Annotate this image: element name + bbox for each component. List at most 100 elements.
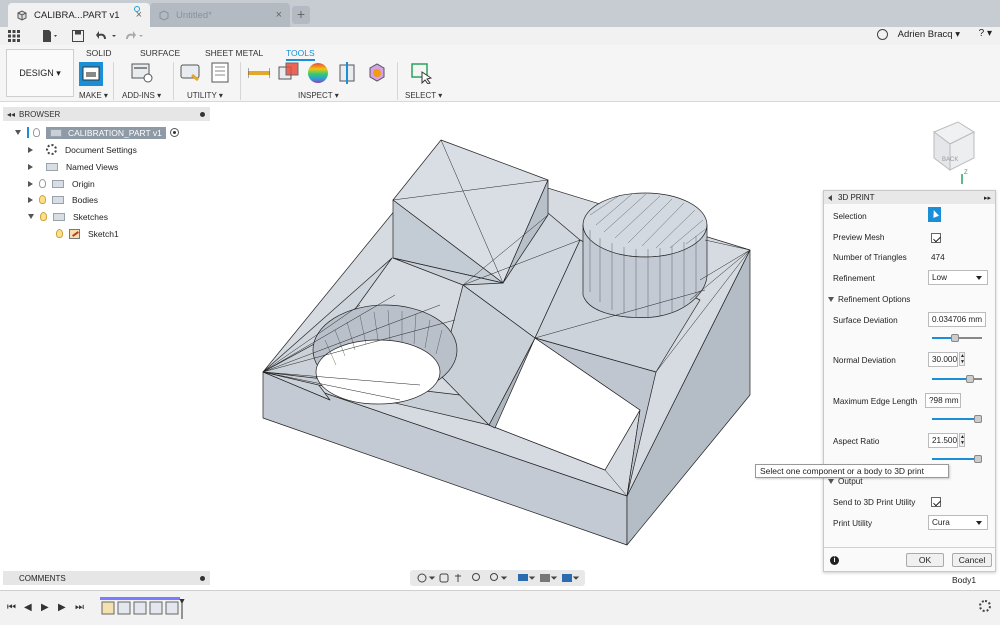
fit-icon[interactable] (490, 573, 498, 581)
info-icon[interactable]: i (830, 556, 839, 565)
normal-deviation-input[interactable]: 30.000 (928, 352, 958, 367)
extrude-feature-icon[interactable] (117, 601, 131, 615)
expand-dialog-icon[interactable]: ▸▸ (984, 194, 991, 202)
expand-icon[interactable] (828, 479, 834, 484)
inspect-group-label[interactable]: INSPECT ▾ (298, 91, 339, 100)
zoom-icon[interactable] (472, 573, 480, 581)
job-status-clock-icon[interactable] (877, 29, 888, 40)
aspect-ratio-input[interactable]: 21.500 (928, 433, 958, 448)
expand-icon[interactable] (28, 180, 33, 187)
visibility-bulb-icon[interactable] (39, 195, 46, 204)
extrude-feature-icon[interactable] (165, 601, 179, 615)
sketch-feature-icon[interactable] (101, 601, 115, 615)
tab-sheet-metal[interactable]: SHEET METAL (205, 48, 263, 58)
center-of-mass-icon[interactable] (366, 62, 388, 84)
preview-mesh-checkbox[interactable] (931, 233, 941, 243)
dropdown-arrow-icon[interactable] (550, 576, 558, 580)
compute-all-icon[interactable] (180, 62, 202, 84)
help-button[interactable]: ? ▾ (979, 28, 992, 39)
close-icon[interactable]: × (276, 9, 282, 21)
visibility-bulb-icon[interactable] (33, 128, 40, 137)
expand-icon[interactable] (28, 146, 33, 153)
tab-solid[interactable]: SOLID (86, 48, 112, 58)
dropdown-arrow-icon[interactable] (528, 576, 536, 580)
refinement-options-section[interactable]: Refinement Options (828, 295, 910, 304)
expand-icon[interactable] (828, 297, 834, 302)
display-settings-icon[interactable] (518, 574, 528, 581)
surface-deviation-input[interactable]: 0.034706 mm (928, 312, 986, 327)
curvature-analysis-icon[interactable] (307, 62, 329, 84)
pan-hand-icon[interactable] (455, 574, 461, 582)
send-to-utility-checkbox[interactable] (931, 497, 941, 507)
browser-item-named-views[interactable]: Named Views (28, 160, 118, 173)
browser-panel-header[interactable]: ◂◂ BROWSER (3, 107, 210, 121)
dialog-header[interactable]: 3D PRINT ▸▸ (824, 191, 995, 204)
cancel-button[interactable]: Cancel (952, 553, 992, 567)
print-utility-select[interactable]: Cura (928, 515, 988, 530)
output-section[interactable]: Output (828, 477, 863, 486)
gear-icon[interactable] (979, 600, 991, 612)
grid-menu-icon[interactable] (8, 30, 20, 42)
tab-tools[interactable]: TOOLS (286, 48, 315, 61)
timeline-marker-icon[interactable] (179, 599, 185, 619)
dropdown-arrow-icon[interactable] (428, 576, 436, 580)
redo-icon[interactable] (124, 30, 146, 42)
collapse-icon[interactable]: ◂◂ (7, 110, 15, 119)
slider-knob[interactable] (951, 334, 959, 342)
undo-icon[interactable] (96, 30, 118, 42)
make-group-label[interactable]: MAKE ▾ (79, 91, 108, 100)
grid-snaps-icon[interactable] (540, 574, 550, 582)
user-menu[interactable]: Adrien Bracq ▾ (898, 29, 960, 40)
expand-icon[interactable] (15, 130, 21, 135)
selection-pick-button[interactable] (928, 207, 941, 222)
timeline-features[interactable] (100, 599, 186, 619)
pin-icon[interactable] (200, 575, 205, 581)
pin-icon[interactable] (200, 111, 205, 117)
dropdown-arrow-icon[interactable] (500, 576, 508, 580)
dropdown-arrow-icon[interactable] (572, 576, 580, 580)
browser-item-origin[interactable]: Origin (28, 177, 95, 190)
go-to-end-icon[interactable]: ⏭ (75, 602, 84, 613)
measure-icon[interactable] (248, 62, 270, 84)
collapse-icon[interactable] (828, 194, 832, 201)
tab-untitled[interactable]: Untitled* × (150, 3, 290, 27)
slider-knob[interactable] (974, 415, 982, 423)
orbit-icon[interactable] (417, 573, 427, 583)
browser-item-sketches[interactable]: Sketches (28, 210, 108, 223)
visibility-bulb-icon[interactable] (56, 229, 63, 238)
tab-calibration-part[interactable]: CALIBRA...PART v1 × (8, 3, 150, 27)
activate-radio-icon[interactable] (169, 128, 179, 137)
expand-icon[interactable] (28, 214, 34, 219)
comments-panel-header[interactable]: COMMENTS (3, 571, 210, 585)
ok-button[interactable]: OK (906, 553, 944, 567)
aspect-ratio-slider[interactable] (932, 455, 982, 463)
select-group-label[interactable]: SELECT ▾ (405, 91, 442, 100)
aspect-ratio-stepper[interactable]: ▲ ▼ (959, 433, 965, 447)
browser-item-document-settings[interactable]: Document Settings (28, 143, 137, 156)
browser-item-sketch1[interactable]: Sketch1 (56, 227, 119, 240)
select-icon[interactable] (410, 62, 432, 84)
expand-icon[interactable] (28, 163, 33, 170)
play-icon[interactable]: ▶︎ (41, 602, 49, 613)
go-to-start-icon[interactable]: ⏮ (7, 602, 16, 613)
look-at-icon[interactable] (439, 573, 449, 583)
interference-icon[interactable] (278, 62, 300, 84)
max-edge-length-slider[interactable] (932, 415, 982, 423)
step-forward-icon[interactable]: ▶︎ (58, 602, 66, 613)
new-tab-button[interactable]: + (292, 6, 310, 24)
browser-item-bodies[interactable]: Bodies (28, 193, 98, 206)
3d-print-icon[interactable] (79, 62, 103, 86)
section-analysis-icon[interactable] (337, 62, 359, 84)
workspace-switcher[interactable]: DESIGN ▾ (6, 49, 74, 97)
refinement-select[interactable]: Low (928, 270, 988, 285)
scripts-addins-icon[interactable] (131, 62, 153, 84)
max-edge-length-input[interactable]: ?98 mm (925, 393, 961, 408)
normal-deviation-stepper[interactable]: ▲ ▼ (959, 352, 965, 366)
slider-knob[interactable] (974, 455, 982, 463)
extrude-feature-icon[interactable] (149, 601, 163, 615)
tab-surface[interactable]: SURFACE (140, 48, 180, 58)
utility-group-label[interactable]: UTILITY ▾ (187, 91, 223, 100)
extrude-feature-icon[interactable] (133, 601, 147, 615)
slider-knob[interactable] (966, 375, 974, 383)
visibility-bulb-icon[interactable] (40, 212, 47, 221)
